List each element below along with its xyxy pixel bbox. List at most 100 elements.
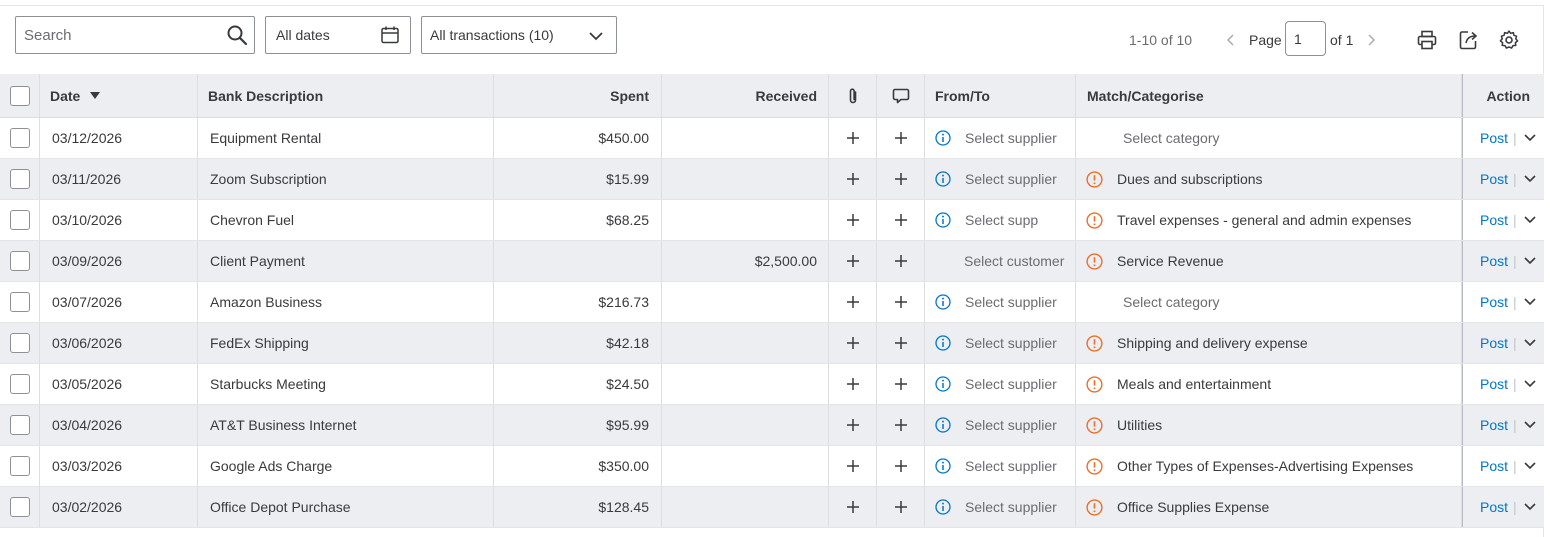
from-to-select[interactable]: Select supplier — [965, 458, 1057, 474]
category-select[interactable]: Meals and entertainment — [1117, 376, 1271, 392]
add-attachment-icon[interactable] — [846, 336, 860, 350]
post-button[interactable]: Post — [1480, 335, 1508, 351]
add-attachment-icon[interactable] — [846, 377, 860, 391]
table-row[interactable]: 03/03/2026 Google Ads Charge $350.00 Sel… — [0, 446, 1544, 487]
match-cell[interactable]: Service Revenue — [1076, 241, 1462, 281]
add-comment-icon[interactable] — [894, 336, 908, 350]
from-to-cell[interactable]: Select supplier — [925, 405, 1076, 445]
column-header-spent[interactable]: Spent — [494, 74, 662, 117]
category-select[interactable]: Utilities — [1117, 417, 1162, 433]
category-select[interactable]: Other Types of Expenses-Advertising Expe… — [1117, 458, 1413, 474]
table-row[interactable]: 03/10/2026 Chevron Fuel $68.25 Select su… — [0, 200, 1544, 241]
chevron-down-icon[interactable] — [1523, 174, 1537, 184]
add-attachment-icon[interactable] — [846, 418, 860, 432]
from-to-cell[interactable]: Select supplier — [925, 159, 1076, 199]
add-attachment-icon[interactable] — [846, 131, 860, 145]
match-cell[interactable]: Meals and entertainment — [1076, 364, 1462, 404]
chevron-right-icon[interactable] — [1366, 33, 1378, 47]
add-comment-icon[interactable] — [894, 295, 908, 309]
post-button[interactable]: Post — [1480, 253, 1508, 269]
add-comment-icon[interactable] — [894, 254, 908, 268]
category-select[interactable]: Office Supplies Expense — [1117, 499, 1269, 515]
match-cell[interactable]: Select category — [1076, 282, 1462, 322]
transactions-filter-select[interactable]: All transactions (10) — [421, 16, 617, 54]
from-to-cell[interactable]: Select customer — [925, 241, 1076, 281]
match-cell[interactable]: Office Supplies Expense — [1076, 487, 1462, 527]
column-header-received[interactable]: Received — [662, 74, 829, 117]
post-button[interactable]: Post — [1480, 376, 1508, 392]
category-select[interactable]: Dues and subscriptions — [1117, 171, 1263, 187]
chevron-down-icon[interactable] — [1523, 297, 1537, 307]
table-row[interactable]: 03/05/2026 Starbucks Meeting $24.50 Sele… — [0, 364, 1544, 405]
column-header-description[interactable]: Bank Description — [198, 74, 494, 117]
row-checkbox[interactable] — [9, 210, 30, 230]
from-to-select[interactable]: Select supplier — [965, 335, 1057, 351]
add-comment-icon[interactable] — [894, 213, 908, 227]
chevron-left-icon[interactable] — [1224, 33, 1236, 47]
chevron-down-icon[interactable] — [1523, 461, 1537, 471]
chevron-down-icon[interactable] — [1523, 133, 1537, 143]
from-to-select[interactable]: Select supp — [965, 212, 1038, 228]
from-to-cell[interactable]: Select supplier — [925, 487, 1076, 527]
row-checkbox[interactable] — [9, 415, 30, 435]
page-number-input[interactable] — [1285, 21, 1326, 56]
chevron-down-icon[interactable] — [1523, 502, 1537, 512]
add-attachment-icon[interactable] — [846, 295, 860, 309]
row-checkbox[interactable] — [9, 169, 30, 189]
from-to-cell[interactable]: Select supp — [925, 200, 1076, 240]
from-to-cell[interactable]: Select supplier — [925, 118, 1076, 158]
match-cell[interactable]: Travel expenses - general and admin expe… — [1076, 200, 1462, 240]
row-checkbox[interactable] — [9, 251, 30, 271]
from-to-select[interactable]: Select supplier — [965, 376, 1057, 392]
chevron-down-icon[interactable] — [1523, 256, 1537, 266]
chevron-down-icon[interactable] — [1523, 420, 1537, 430]
select-all-checkbox[interactable] — [9, 85, 30, 106]
print-icon[interactable] — [1416, 29, 1438, 51]
match-cell[interactable]: Shipping and delivery expense — [1076, 323, 1462, 363]
calendar-icon[interactable] — [380, 25, 400, 45]
post-button[interactable]: Post — [1480, 212, 1508, 228]
chevron-down-icon[interactable] — [1523, 215, 1537, 225]
from-to-select[interactable]: Select supplier — [965, 417, 1057, 433]
from-to-select[interactable]: Select supplier — [965, 130, 1057, 146]
column-header-date[interactable]: Date — [40, 74, 198, 117]
category-select[interactable]: Select category — [1123, 294, 1220, 310]
row-checkbox[interactable] — [9, 497, 30, 517]
add-attachment-icon[interactable] — [846, 213, 860, 227]
row-checkbox[interactable] — [9, 333, 30, 353]
from-to-cell[interactable]: Select supplier — [925, 323, 1076, 363]
row-checkbox[interactable] — [9, 374, 30, 394]
add-comment-icon[interactable] — [894, 131, 908, 145]
search-icon[interactable] — [226, 24, 248, 46]
add-comment-icon[interactable] — [894, 172, 908, 186]
date-filter[interactable]: All dates — [265, 16, 411, 54]
category-select[interactable]: Travel expenses - general and admin expe… — [1117, 212, 1411, 228]
post-button[interactable]: Post — [1480, 499, 1508, 515]
row-checkbox[interactable] — [9, 456, 30, 476]
post-button[interactable]: Post — [1480, 417, 1508, 433]
add-comment-icon[interactable] — [894, 418, 908, 432]
chevron-down-icon[interactable] — [1523, 379, 1537, 389]
table-row[interactable]: 03/04/2026 AT&T Business Internet $95.99… — [0, 405, 1544, 446]
add-attachment-icon[interactable] — [846, 172, 860, 186]
match-cell[interactable]: Dues and subscriptions — [1076, 159, 1462, 199]
search-input[interactable] — [16, 17, 216, 53]
table-row[interactable]: 03/07/2026 Amazon Business $216.73 Selec… — [0, 282, 1544, 323]
from-to-cell[interactable]: Select supplier — [925, 446, 1076, 486]
table-row[interactable]: 03/09/2026 Client Payment $2,500.00 Sele… — [0, 241, 1544, 282]
from-to-select[interactable]: Select supplier — [965, 294, 1057, 310]
export-icon[interactable] — [1458, 29, 1480, 51]
add-attachment-icon[interactable] — [846, 254, 860, 268]
chevron-down-icon[interactable] — [1523, 338, 1537, 348]
table-row[interactable]: 03/02/2026 Office Depot Purchase $128.45… — [0, 487, 1544, 528]
category-select[interactable]: Select category — [1123, 130, 1220, 146]
row-checkbox[interactable] — [9, 292, 30, 312]
sort-down-icon[interactable] — [90, 91, 101, 100]
table-row[interactable]: 03/06/2026 FedEx Shipping $42.18 Select … — [0, 323, 1544, 364]
table-row[interactable]: 03/12/2026 Equipment Rental $450.00 Sele… — [0, 118, 1544, 159]
add-attachment-icon[interactable] — [846, 500, 860, 514]
add-comment-icon[interactable] — [894, 377, 908, 391]
from-to-cell[interactable]: Select supplier — [925, 282, 1076, 322]
post-button[interactable]: Post — [1480, 294, 1508, 310]
from-to-select[interactable]: Select customer — [964, 253, 1064, 269]
